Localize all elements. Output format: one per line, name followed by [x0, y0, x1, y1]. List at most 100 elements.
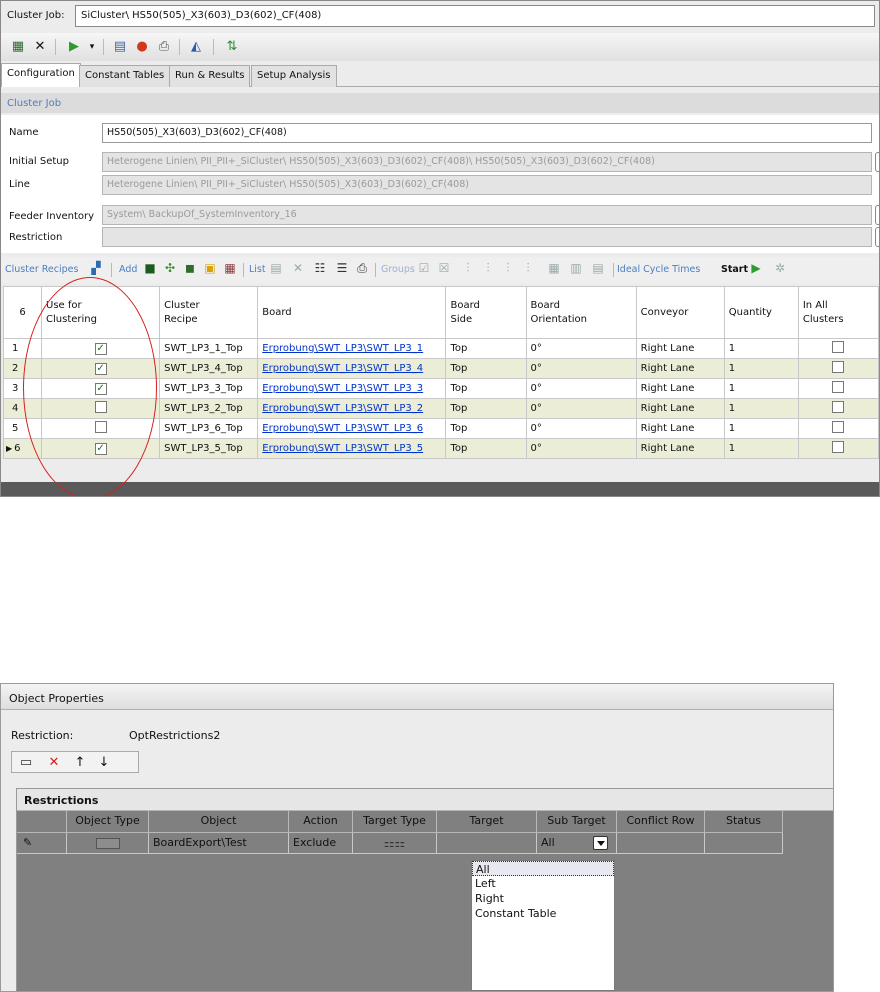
- board-side-cell[interactable]: Top: [445, 398, 527, 419]
- machine-icon[interactable]: ▦: [223, 261, 237, 275]
- cluster-recipe-cell[interactable]: SWT_LP3_5_Top: [159, 438, 259, 459]
- table-row[interactable]: 4 SWT_LP3_2_Top Erprobung\SWT_LP3\SWT_LP3_…: [2, 398, 879, 419]
- quantity-cell[interactable]: 1: [723, 378, 799, 399]
- in-all-clusters-checkbox[interactable]: [832, 361, 845, 373]
- section-title[interactable]: Cluster Job: [7, 98, 61, 109]
- cluster-recipe-cell[interactable]: SWT_LP3_4_Top: [159, 358, 259, 379]
- component-icon[interactable]: ◼: [183, 261, 197, 275]
- chart-icon[interactable]: ◭: [187, 38, 205, 56]
- in-all-clusters-cell[interactable]: [797, 418, 879, 439]
- table-row[interactable]: 5 SWT_LP3_6_Top Erprobung\SWT_LP3\SWT_LP3_…: [2, 418, 879, 439]
- row-number-cell[interactable]: ▶ 6: [2, 438, 43, 459]
- conveyor-cell[interactable]: Right Lane: [635, 338, 725, 359]
- print-icon[interactable]: ⎙: [155, 38, 173, 56]
- initial-setup-browse-button[interactable]: [875, 152, 879, 172]
- conveyor-cell[interactable]: Right Lane: [635, 438, 725, 459]
- check-group-icon[interactable]: ☑: [417, 261, 431, 275]
- board-link[interactable]: Erprobung\SWT_LP3\SWT_LP3_6: [262, 423, 423, 434]
- layout-icon[interactable]: ▥: [569, 261, 583, 275]
- grid-icon[interactable]: ▦: [547, 261, 561, 275]
- use-for-clustering-cell[interactable]: [41, 418, 161, 439]
- board-orientation-cell[interactable]: 0°: [525, 438, 637, 459]
- name-field[interactable]: HS50(505)_X3(603)_D3(602)_CF(408): [102, 123, 872, 143]
- dropdown-option-left[interactable]: Left: [472, 876, 614, 891]
- in-all-clusters-cell[interactable]: [797, 398, 879, 419]
- target-type-header[interactable]: Target Type: [353, 811, 437, 833]
- tab-configuration[interactable]: Configuration: [1, 63, 81, 87]
- sub-target-header[interactable]: Sub Target: [537, 811, 617, 833]
- use-for-clustering-checkbox[interactable]: ✓: [94, 342, 107, 355]
- board-link[interactable]: Erprobung\SWT_LP3\SWT_LP3_5: [262, 443, 423, 454]
- use-for-clustering-checkbox[interactable]: ✓: [94, 362, 107, 375]
- board-orientation-cell[interactable]: 0°: [525, 358, 637, 379]
- refresh-icon[interactable]: ⇅: [223, 38, 241, 56]
- board-cell[interactable]: Erprobung\SWT_LP3\SWT_LP3_6: [257, 418, 447, 439]
- delete-icon[interactable]: ✕: [46, 755, 62, 771]
- column-header[interactable]: In All Clusters: [797, 286, 879, 339]
- board-link[interactable]: Erprobung\SWT_LP3\SWT_LP3_1: [262, 343, 423, 354]
- use-for-clustering-checkbox[interactable]: [94, 401, 107, 413]
- row-number-cell[interactable]: 5: [2, 418, 43, 439]
- in-all-clusters-cell[interactable]: [797, 358, 879, 379]
- cluster-recipe-cell[interactable]: SWT_LP3_6_Top: [159, 418, 259, 439]
- restriction-field[interactable]: [102, 227, 872, 247]
- sub-target-dropdown-button[interactable]: [593, 836, 608, 850]
- start-label[interactable]: Start: [721, 264, 748, 275]
- columns-icon[interactable]: ☰: [335, 261, 349, 275]
- quantity-cell[interactable]: 1: [723, 438, 799, 459]
- board-cell[interactable]: Erprobung\SWT_LP3\SWT_LP3_3: [257, 378, 447, 399]
- column-header[interactable]: Cluster Recipe: [159, 286, 259, 339]
- in-all-clusters-cell[interactable]: [797, 378, 879, 399]
- board-orientation-cell[interactable]: 0°: [525, 378, 637, 399]
- use-for-clustering-cell[interactable]: ✓: [41, 378, 161, 399]
- row-number-cell[interactable]: 2: [2, 358, 43, 379]
- board-side-cell[interactable]: Top: [445, 378, 527, 399]
- use-for-clustering-cell[interactable]: [41, 398, 161, 419]
- in-all-clusters-checkbox[interactable]: [832, 421, 845, 433]
- move-up-icon[interactable]: ↑: [72, 755, 88, 771]
- in-all-clusters-checkbox[interactable]: [832, 341, 845, 353]
- dropdown-option-right[interactable]: Right: [472, 891, 614, 906]
- target-header[interactable]: Target: [437, 811, 537, 833]
- feeder-inventory-browse-button[interactable]: [875, 205, 879, 225]
- target-type-cell[interactable]: ⚏⚏: [353, 833, 437, 854]
- conflict-row-header[interactable]: Conflict Row: [617, 811, 705, 833]
- board-link[interactable]: Erprobung\SWT_LP3\SWT_LP3_4: [262, 363, 423, 374]
- in-all-clusters-cell[interactable]: [797, 438, 879, 459]
- table-row[interactable]: 3 ✓ SWT_LP3_3_Top Erprobung\SWT_LP3\SWT_LP3…: [2, 378, 879, 399]
- conflict-row-cell[interactable]: [617, 833, 705, 854]
- object-header[interactable]: Object: [149, 811, 289, 833]
- cluster-icon[interactable]: ▦: [9, 38, 27, 56]
- board-side-cell[interactable]: Top: [445, 338, 527, 359]
- feeder-inventory-field[interactable]: System\ BackupOf_SystemInventory_16: [102, 205, 872, 225]
- use-for-clustering-cell[interactable]: ✓: [41, 438, 161, 459]
- tab-constant-tables[interactable]: Constant Tables: [79, 65, 171, 87]
- start-icon[interactable]: ▶: [749, 261, 763, 275]
- quantity-cell[interactable]: 1: [723, 418, 799, 439]
- column-header[interactable]: Use for Clustering: [41, 286, 161, 339]
- target-cell[interactable]: [437, 833, 537, 854]
- conveyor-cell[interactable]: Right Lane: [635, 378, 725, 399]
- board-orientation-cell[interactable]: 0°: [525, 338, 637, 359]
- column-header[interactable]: Board Side: [445, 286, 527, 339]
- table-row[interactable]: 1 ✓ SWT_LP3_1_Top Erprobung\SWT_LP3\SWT_LP3…: [2, 338, 879, 359]
- move-down-icon[interactable]: ↓: [96, 755, 112, 771]
- quantity-header[interactable]: Quantity: [723, 286, 799, 339]
- conveyor-header[interactable]: Conveyor: [635, 286, 725, 339]
- row-number-cell[interactable]: 3: [2, 378, 43, 399]
- export-icon[interactable]: ▤: [111, 38, 129, 56]
- board-side-cell[interactable]: Top: [445, 358, 527, 379]
- settings-icon[interactable]: ✲: [773, 261, 787, 275]
- distribute-icon[interactable]: ⫶: [481, 261, 495, 275]
- properties-icon[interactable]: ▤: [269, 261, 283, 275]
- dropdown-option-constant-table[interactable]: Constant Table: [472, 906, 614, 921]
- add-link[interactable]: Add: [119, 264, 137, 275]
- use-for-clustering-cell[interactable]: ✓: [41, 338, 161, 359]
- tab-run-results[interactable]: Run & Results: [169, 65, 251, 87]
- cluster-recipe-cell[interactable]: SWT_LP3_2_Top: [159, 398, 259, 419]
- cluster-job-field[interactable]: SiCluster\ HS50(505)_X3(603)_D3(602)_CF(…: [75, 5, 875, 27]
- board-orientation-cell[interactable]: 0°: [525, 398, 637, 419]
- use-for-clustering-checkbox[interactable]: ✓: [94, 442, 107, 455]
- quantity-cell[interactable]: 1: [723, 338, 799, 359]
- delete-icon[interactable]: ✕: [291, 261, 305, 275]
